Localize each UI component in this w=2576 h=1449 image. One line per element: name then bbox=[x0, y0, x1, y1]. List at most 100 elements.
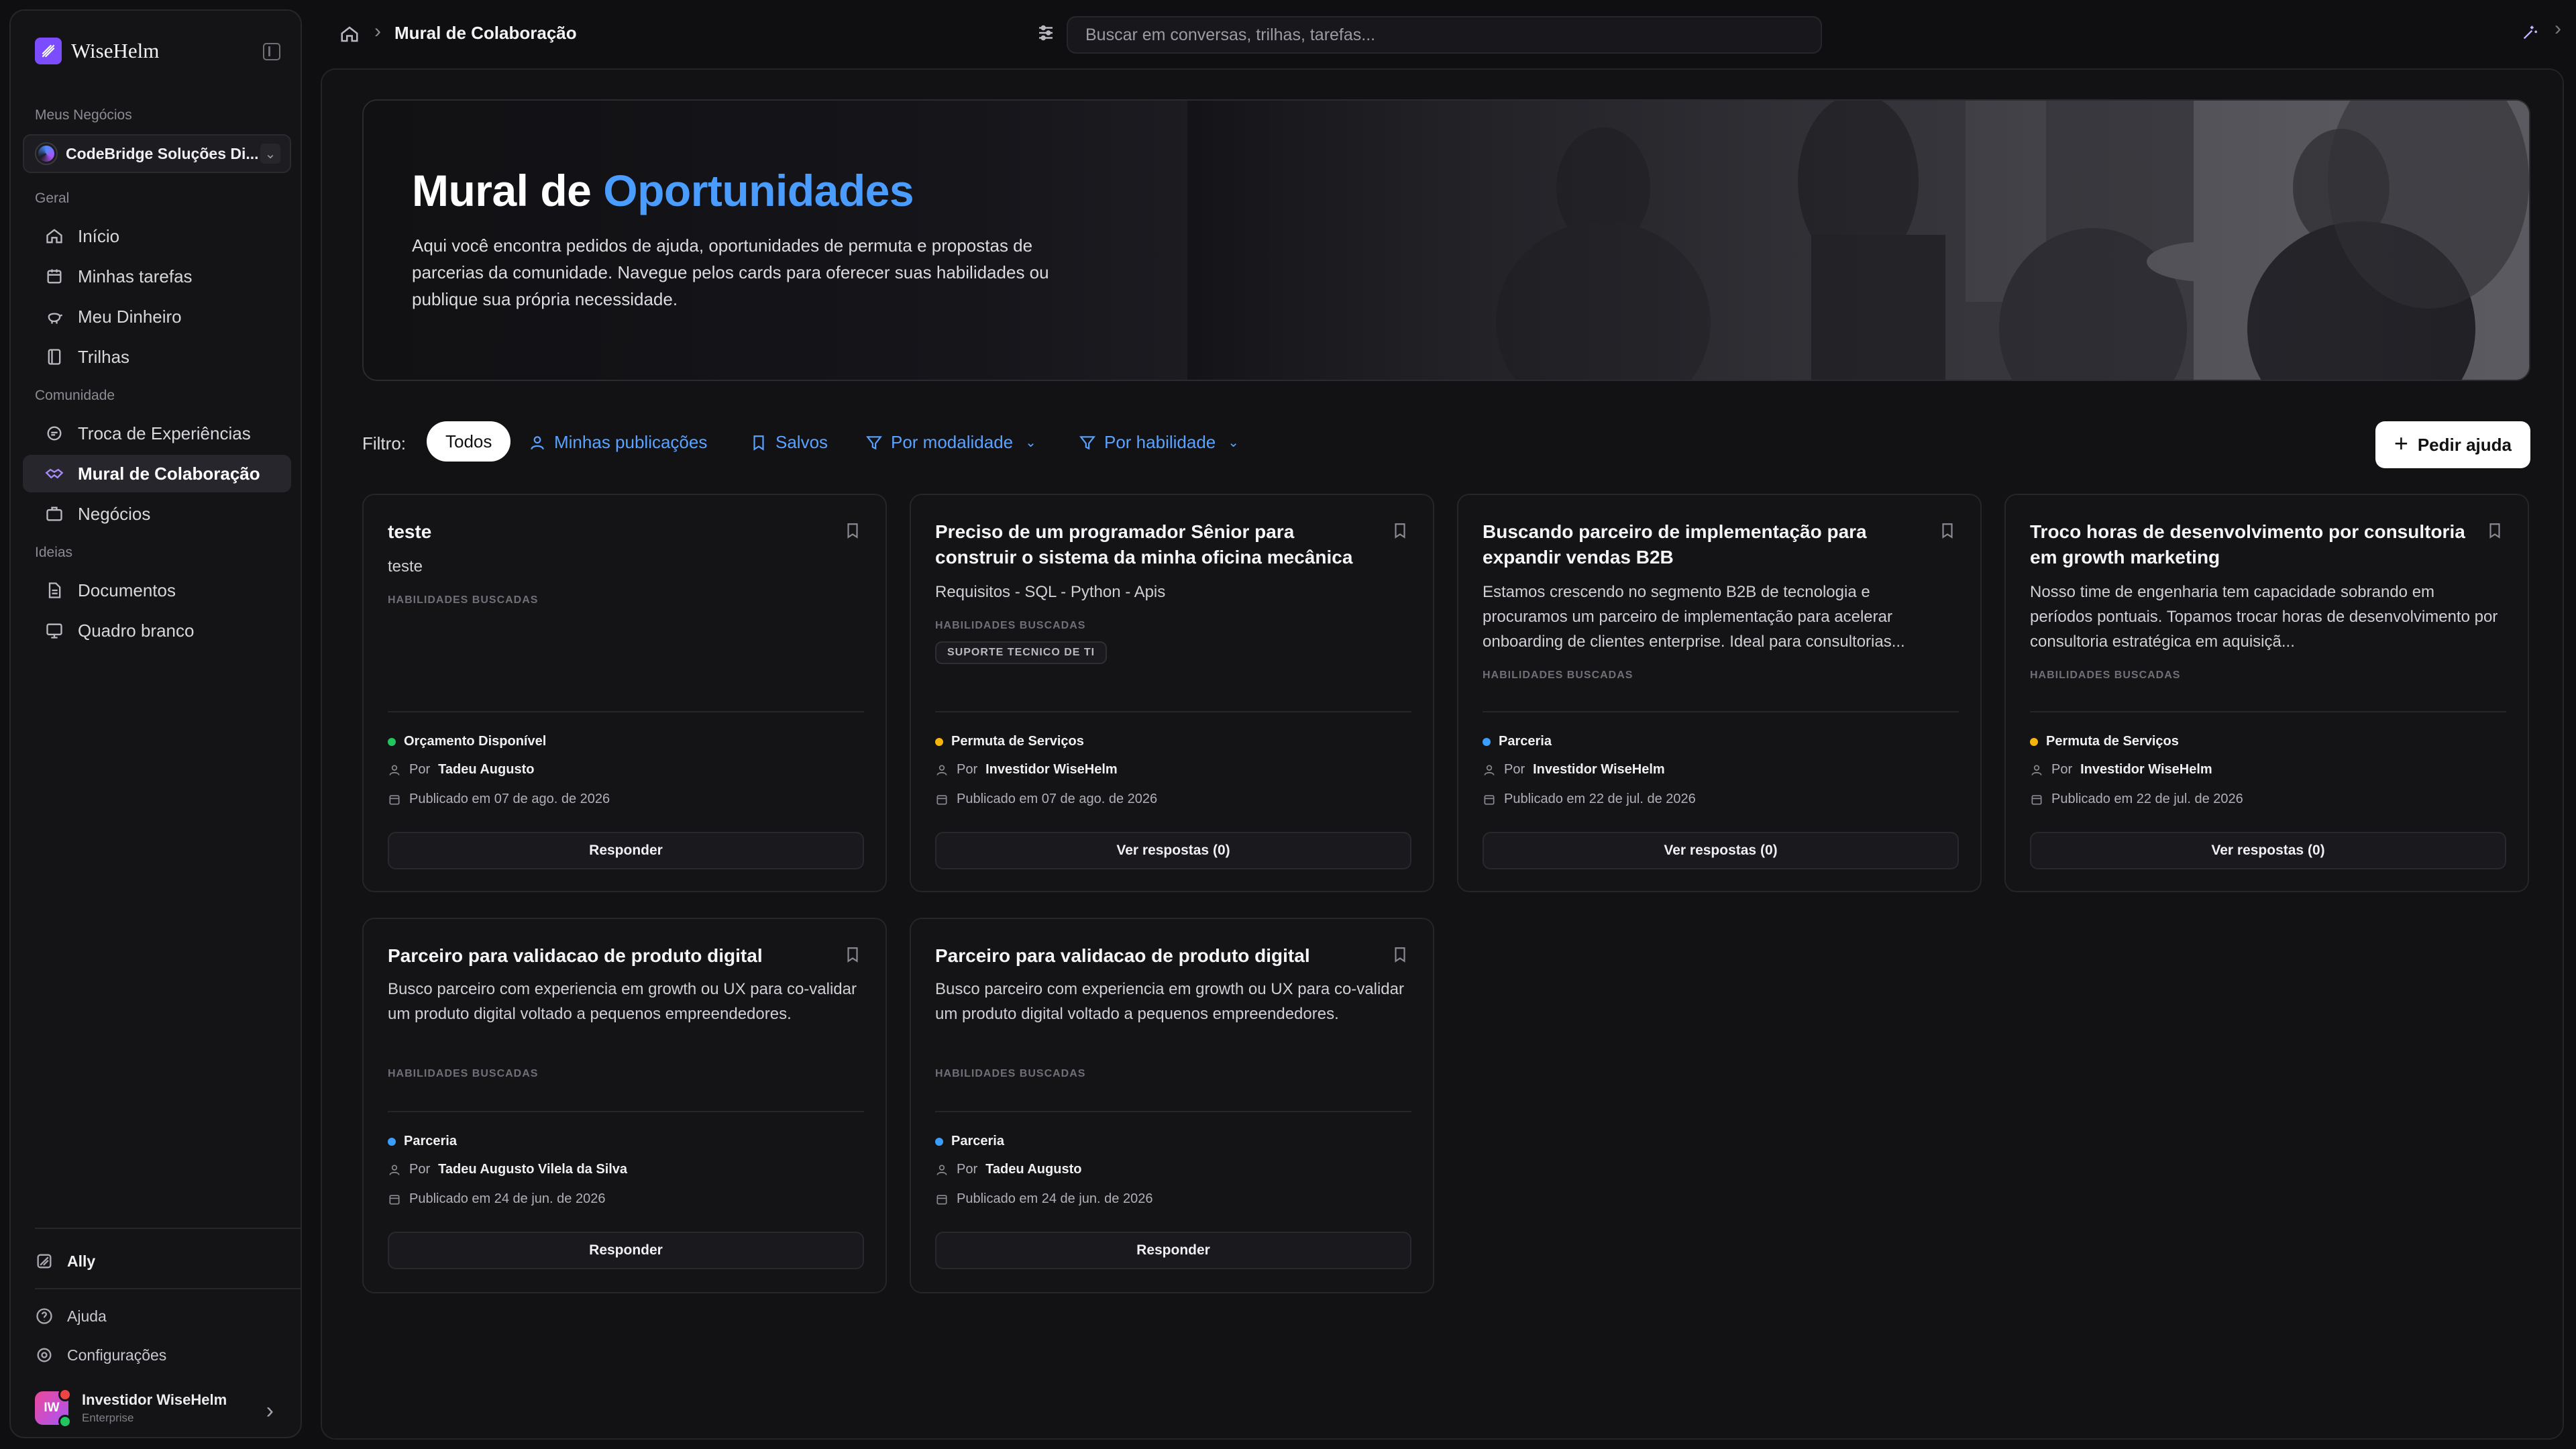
view-responses-button[interactable]: Ver respostas (0) bbox=[935, 832, 1411, 869]
calendar-icon bbox=[389, 1194, 400, 1204]
respond-button[interactable]: Responder bbox=[935, 1232, 1411, 1269]
card-type: Permuta de Serviços bbox=[2030, 734, 2179, 749]
title-accent: Oportunidades bbox=[603, 166, 914, 215]
opportunity-card[interactable]: Parceiro para validacao de produto digit… bbox=[910, 918, 1434, 1293]
user-menu[interactable]: IW Investidor WiseHelm Enterprise › bbox=[35, 1388, 290, 1428]
card-date: Publicado em 07 de ago. de 2026 bbox=[388, 792, 610, 807]
filter-my-posts-label: Minhas publicações bbox=[554, 432, 708, 452]
business-selector[interactable]: CodeBridge Soluções Di... ⌄ bbox=[23, 134, 291, 173]
help-button[interactable]: Ajuda bbox=[35, 1307, 107, 1326]
publish-date: Publicado em 22 de jul. de 2026 bbox=[2051, 792, 2243, 806]
filter-all-chip[interactable]: Todos bbox=[427, 421, 511, 462]
card-type-label: Orçamento Disponível bbox=[404, 734, 547, 749]
sidebar-item-negocios[interactable]: Negócios bbox=[23, 495, 291, 533]
card-author: Por Tadeu Augusto Vilela da Silva bbox=[388, 1162, 627, 1177]
card-description: Busco parceiro com experiencia em growth… bbox=[388, 980, 857, 1023]
sidebar-item-mural[interactable]: Mural de Colaboração bbox=[23, 455, 291, 492]
brand[interactable]: WiseHelm bbox=[35, 38, 159, 64]
publish-date: Publicado em 22 de jul. de 2026 bbox=[1504, 792, 1696, 806]
request-help-button[interactable]: + Pedir ajuda bbox=[2375, 421, 2530, 468]
sparkle-icon[interactable] bbox=[2521, 23, 2540, 45]
filter-by-mode[interactable]: Por modalidade ⌄ bbox=[865, 432, 1036, 453]
view-responses-button[interactable]: Ver respostas (0) bbox=[1483, 832, 1959, 869]
chevron-right-icon[interactable]: › bbox=[2555, 17, 2561, 40]
filter-saved[interactable]: Salvos bbox=[750, 432, 828, 453]
bookmark-icon[interactable] bbox=[1939, 522, 1956, 543]
hero-banner: Mural de Oportunidades Aqui você encontr… bbox=[362, 99, 2530, 381]
card-title: teste bbox=[388, 521, 432, 542]
breadcrumb[interactable]: Mural de Colaboração bbox=[394, 23, 577, 44]
sidebar-item-label: Documentos bbox=[78, 580, 176, 600]
bookmark-icon[interactable] bbox=[2486, 522, 2504, 543]
sidebar-item-label: Início bbox=[78, 225, 120, 246]
settings-button[interactable]: Configurações bbox=[35, 1346, 166, 1364]
sliders-icon[interactable] bbox=[1036, 23, 1056, 46]
respond-button[interactable]: Responder bbox=[388, 832, 864, 869]
calendar-icon bbox=[389, 794, 400, 804]
opportunity-card[interactable]: Parceiro para validacao de produto digit… bbox=[362, 918, 887, 1293]
ally-button[interactable]: Ally bbox=[35, 1252, 95, 1271]
sidebar-divider bbox=[35, 1228, 301, 1229]
business-name: CodeBridge Soluções Di... bbox=[66, 144, 259, 162]
opportunity-card[interactable]: Buscando parceiro de implementação para … bbox=[1457, 494, 1982, 892]
opportunity-card[interactable]: teste teste HABILIDADES BUSCADAS Orçamen… bbox=[362, 494, 887, 892]
card-divider bbox=[935, 711, 1411, 712]
view-responses-button[interactable]: Ver respostas (0) bbox=[2030, 832, 2506, 869]
opportunity-card[interactable]: Preciso de um programador Sênior para co… bbox=[910, 494, 1434, 892]
card-description: teste bbox=[388, 557, 423, 576]
card-description: Busco parceiro com experiencia em growth… bbox=[935, 980, 1404, 1023]
bookmark-icon[interactable] bbox=[844, 522, 861, 543]
card-title: Troco horas de desenvolvimento por consu… bbox=[2030, 521, 2465, 568]
card-type: Permuta de Serviços bbox=[935, 734, 1084, 749]
topbar: › Mural de Colaboração › bbox=[322, 0, 2576, 67]
bookmark-icon[interactable] bbox=[1391, 946, 1409, 967]
status-dot bbox=[388, 737, 396, 746]
card-type-label: Parceria bbox=[1499, 734, 1552, 749]
status-dot bbox=[388, 1137, 396, 1146]
calendar-icon bbox=[1484, 794, 1495, 804]
respond-button[interactable]: Responder bbox=[388, 1232, 864, 1269]
skill-tag: SUPORTE TECNICO DE TI bbox=[935, 641, 1108, 664]
hero-description: Aqui você encontra pedidos de ajuda, opo… bbox=[412, 235, 1049, 309]
card-title: Parceiro para validacao de produto digit… bbox=[388, 945, 763, 966]
sidebar-item-inicio[interactable]: Início bbox=[23, 217, 291, 255]
sidebar-divider bbox=[35, 1288, 301, 1289]
card-type-label: Parceria bbox=[404, 1134, 457, 1148]
sidebar-item-troca[interactable]: Troca de Experiências bbox=[23, 415, 291, 452]
bookmark-icon bbox=[753, 435, 764, 451]
bookmark-icon[interactable] bbox=[844, 946, 861, 967]
filter-by-mode-label: Por modalidade bbox=[891, 432, 1014, 452]
sidebar-item-trilhas[interactable]: Trilhas bbox=[23, 338, 291, 376]
card-divider bbox=[1483, 711, 1959, 712]
search-input[interactable] bbox=[1067, 16, 1822, 54]
user-name: Investidor WiseHelm bbox=[82, 1391, 227, 1408]
ally-icon bbox=[37, 1254, 52, 1269]
filter-by-skill[interactable]: Por habilidade ⌄ bbox=[1079, 432, 1239, 453]
card-type: Parceria bbox=[935, 1134, 1004, 1149]
sidebar-item-tarefas[interactable]: Minhas tarefas bbox=[23, 258, 291, 295]
ally-label: Ally bbox=[67, 1252, 96, 1270]
card-divider bbox=[388, 711, 864, 712]
section-geral: Geral bbox=[35, 191, 70, 206]
card-title: Buscando parceiro de implementação para … bbox=[1483, 521, 1867, 568]
plus-icon: + bbox=[2394, 429, 2408, 457]
chevron-down-icon: ⌄ bbox=[260, 144, 280, 164]
filter-saved-label: Salvos bbox=[775, 432, 828, 452]
calendar-icon bbox=[936, 1194, 947, 1204]
sidebar-item-quadro[interactable]: Quadro branco bbox=[23, 612, 291, 649]
user-icon bbox=[389, 765, 400, 775]
sidebar-item-dinheiro[interactable]: Meu Dinheiro bbox=[23, 298, 291, 335]
collapse-sidebar-icon[interactable] bbox=[263, 43, 280, 60]
sidebar-item-label: Mural de Colaboração bbox=[78, 463, 260, 484]
sidebar-item-documentos[interactable]: Documentos bbox=[23, 572, 291, 609]
main-content: Mural de Oportunidades Aqui você encontr… bbox=[321, 68, 2564, 1440]
home-icon[interactable] bbox=[339, 24, 360, 48]
opportunity-card[interactable]: Troco horas de desenvolvimento por consu… bbox=[2004, 494, 2529, 892]
bookmark-icon[interactable] bbox=[1391, 522, 1409, 543]
card-type-label: Parceria bbox=[951, 1134, 1004, 1148]
filter-my-posts[interactable]: Minhas publicações bbox=[529, 432, 707, 453]
card-divider bbox=[935, 1111, 1411, 1112]
sidebar-item-label: Negócios bbox=[78, 503, 151, 524]
card-type: Orçamento Disponível bbox=[388, 734, 546, 749]
sidebar-item-label: Troca de Experiências bbox=[78, 423, 251, 443]
